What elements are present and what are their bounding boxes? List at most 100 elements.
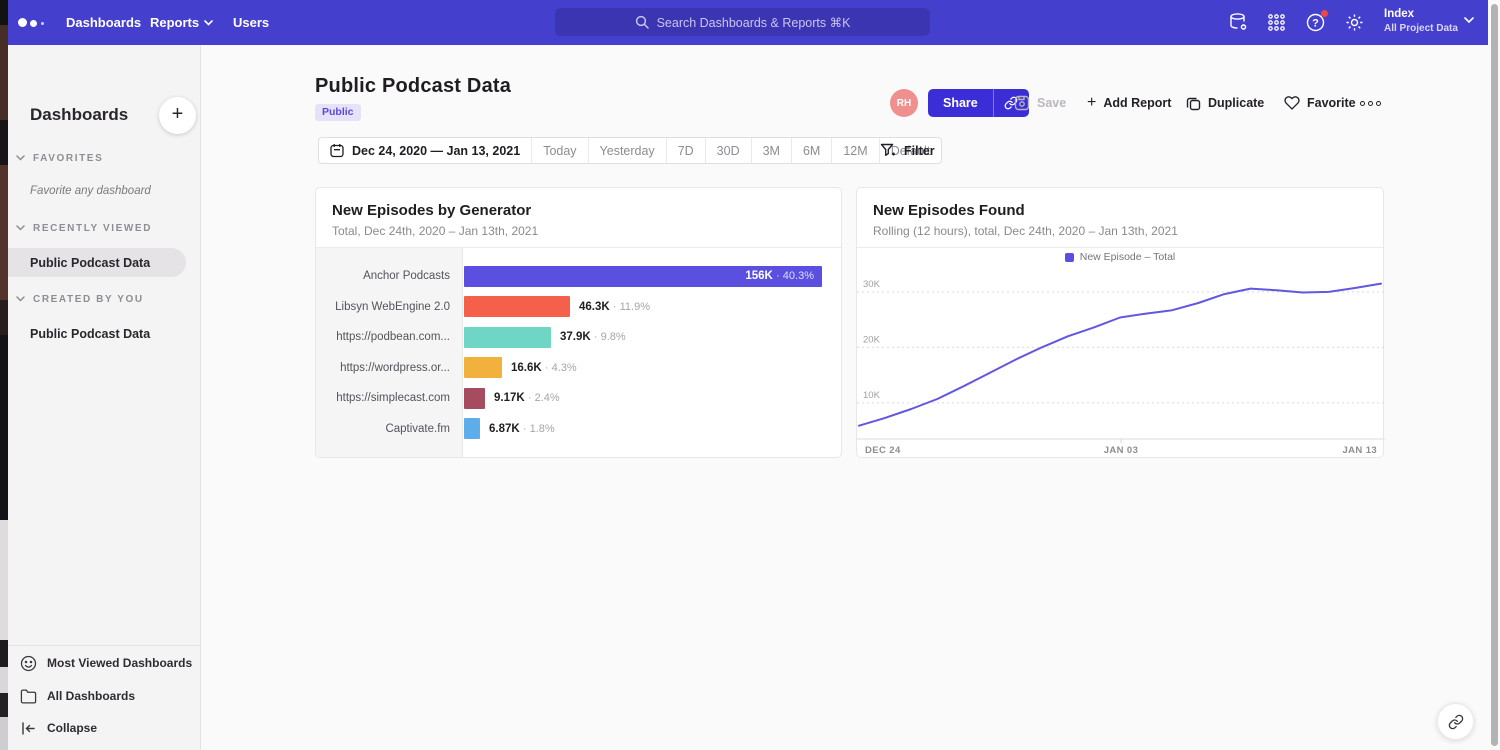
card-header[interactable]: New Episodes Found Rolling (12 hours), t… (857, 188, 1383, 248)
collapse-icon (20, 720, 37, 737)
sidebar-item-public-podcast-data[interactable]: Public Podcast Data (30, 327, 150, 341)
more-dot (1368, 101, 1373, 106)
help-icon[interactable]: ? (1305, 12, 1326, 33)
bar-segment[interactable] (464, 296, 570, 317)
bar-track: 156K · 40.3% (464, 266, 841, 287)
card-new-episodes-by-generator: New Episodes by Generator Total, Dec 24t… (315, 187, 842, 458)
bar-chart: Anchor Podcasts 156K · 40.3% Libsyn WebE… (316, 248, 841, 457)
date-range-label: Dec 24, 2020 — Jan 13, 2021 (352, 144, 520, 158)
folder-icon (20, 688, 37, 705)
sidebar-item-label: Public Podcast Data (30, 256, 150, 270)
calendar-icon (330, 143, 344, 158)
sidebar-item-public-podcast-data[interactable]: Public Podcast Data (8, 248, 186, 277)
most-viewed-dashboards-link[interactable]: Most Viewed Dashboards (8, 651, 201, 675)
apps-grid-icon[interactable] (1266, 12, 1287, 33)
footer-item-label: Most Viewed Dashboards (47, 656, 192, 670)
preset-3m[interactable]: 3M (752, 138, 792, 163)
share-button[interactable]: Share (928, 89, 993, 117)
save-button[interactable]: Save (1014, 89, 1066, 117)
bar-category-label: https://podbean.com... (316, 331, 463, 343)
card-title: New Episodes Found (873, 202, 1025, 219)
chevron-down-icon (16, 155, 25, 161)
scrollbar-track[interactable] (1488, 0, 1500, 750)
svg-text:30K: 30K (863, 279, 881, 290)
date-range-control: Dec 24, 2020 — Jan 13, 2021 Today Yester… (318, 137, 942, 164)
add-report-label: Add Report (1103, 96, 1171, 110)
card-subtitle: Rolling (12 hours), total, Dec 24th, 202… (873, 224, 1178, 238)
date-range-button[interactable]: Dec 24, 2020 — Jan 13, 2021 (319, 138, 532, 163)
line-chart[interactable]: 10K20K30KDEC 24JAN 03JAN 13 (857, 266, 1385, 456)
preset-7d[interactable]: 7D (667, 138, 706, 163)
search-input[interactable]: Search Dashboards & Reports ⌘K (555, 8, 930, 36)
bar-category-label: Anchor Podcasts (316, 270, 463, 282)
svg-text:DEC 24: DEC 24 (865, 445, 901, 456)
more-dot (1360, 101, 1365, 106)
chevron-down-icon (16, 225, 25, 231)
preset-12m[interactable]: 12M (832, 138, 879, 163)
bar-row: https://podbean.com... 37.9K · 9.8% (316, 322, 841, 353)
bar-category-label: https://wordpress.or... (316, 362, 463, 374)
collapse-sidebar-button[interactable]: Collapse (8, 716, 201, 740)
scrollbar-thumb[interactable] (1491, 4, 1498, 746)
copy-link-floating-button[interactable] (1437, 703, 1474, 740)
more-options-button[interactable] (1360, 89, 1381, 117)
bar-row: Libsyn WebEngine 2.0 46.3K · 11.9% (316, 292, 841, 323)
svg-text:10K: 10K (863, 390, 881, 401)
nav-users[interactable]: Users (233, 0, 269, 45)
nav-reports-label: Reports (150, 15, 199, 30)
bar-track: 46.3K · 11.9% (464, 296, 841, 317)
preset-yesterday[interactable]: Yesterday (589, 138, 667, 163)
chevron-down-icon (16, 296, 25, 302)
add-report-button[interactable]: + Add Report (1087, 89, 1171, 117)
legend-new-episode-total[interactable]: New Episode – Total (857, 248, 1383, 266)
section-favorites[interactable]: FAVORITES (8, 151, 201, 165)
bar-track: 37.9K · 9.8% (464, 327, 841, 348)
avatar[interactable]: RH (890, 89, 918, 117)
card-header[interactable]: New Episodes by Generator Total, Dec 24t… (316, 188, 841, 248)
data-sources-icon[interactable] (1228, 12, 1249, 33)
svg-text:?: ? (1312, 18, 1319, 30)
preset-today[interactable]: Today (532, 138, 588, 163)
section-created-by-you[interactable]: CREATED BY YOU (8, 292, 201, 306)
logo-dot (30, 20, 37, 27)
favorite-button[interactable]: Favorite (1284, 89, 1356, 117)
save-label: Save (1037, 96, 1066, 110)
nav-reports[interactable]: Reports (150, 0, 213, 45)
all-dashboards-link[interactable]: All Dashboards (8, 684, 201, 708)
topbar: Dashboards Reports Users Search Dashboar… (8, 0, 1488, 45)
save-icon (1014, 95, 1030, 111)
bar-category-label: Libsyn WebEngine 2.0 (316, 301, 463, 313)
bar-segment[interactable] (464, 418, 480, 439)
bar-value: 37.9K (560, 331, 591, 343)
filter-button[interactable]: Filter (880, 137, 935, 164)
bar-percent: · 9.8% (594, 331, 626, 343)
bar-percent: · 1.8% (523, 423, 555, 435)
preset-6m[interactable]: 6M (792, 138, 832, 163)
settings-gear-icon[interactable] (1344, 12, 1365, 33)
search-icon (635, 15, 649, 29)
legend-label: New Episode – Total (1080, 251, 1176, 263)
logo-dot (18, 18, 27, 27)
section-recently-viewed[interactable]: RECENTLY VIEWED (8, 221, 201, 235)
plus-icon: + (1087, 95, 1096, 111)
bar-row: https://wordpress.or... 16.6K · 4.3% (316, 353, 841, 384)
filter-label: Filter (904, 144, 935, 158)
bar-percent: · 11.9% (613, 301, 650, 313)
favorites-empty-hint: Favorite any dashboard (30, 185, 151, 197)
search-placeholder: Search Dashboards & Reports ⌘K (657, 15, 851, 30)
duplicate-button[interactable]: Duplicate (1186, 89, 1264, 117)
bar-segment[interactable] (464, 388, 485, 409)
bar-segment[interactable]: 156K · 40.3% (464, 266, 822, 287)
nav-dashboards[interactable]: Dashboards (66, 0, 141, 45)
notification-badge (1321, 10, 1328, 17)
bar-segment[interactable] (464, 327, 551, 348)
duplicate-icon (1186, 96, 1201, 111)
add-dashboard-button[interactable]: + (159, 97, 196, 134)
section-label: FAVORITES (33, 153, 103, 164)
bar-track: 6.87K · 1.8% (464, 418, 841, 439)
app-logo[interactable] (18, 14, 58, 30)
preset-30d[interactable]: 30D (706, 138, 752, 163)
card-title: New Episodes by Generator (332, 202, 531, 219)
bar-segment[interactable] (464, 357, 502, 378)
public-badge: Public (315, 104, 361, 121)
